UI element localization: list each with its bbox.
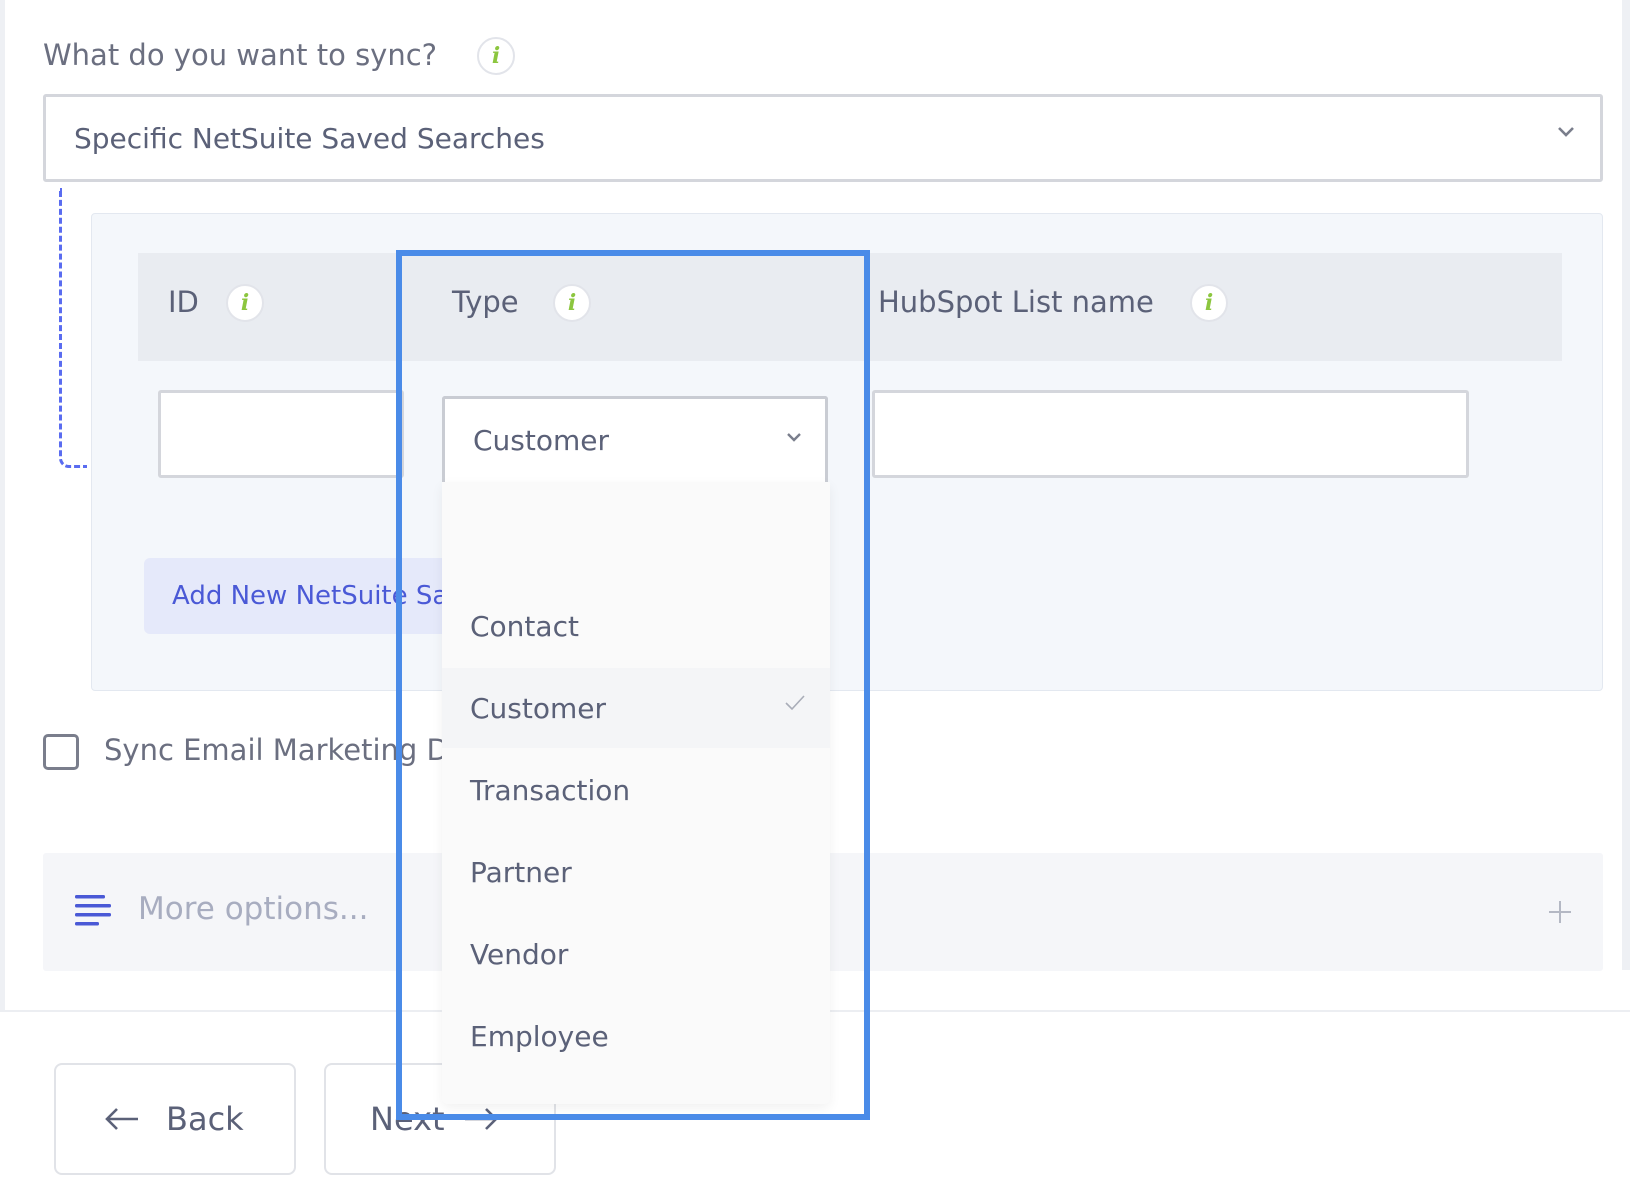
option-label: Customer (470, 691, 607, 725)
check-icon (785, 695, 805, 711)
chevron-down-icon (1558, 127, 1574, 137)
dropdown-option-employee[interactable]: Employee (442, 996, 830, 1076)
table-header (138, 253, 1562, 361)
column-header-id: ID (168, 285, 199, 319)
arrow-right-icon (464, 1108, 498, 1130)
option-label: Vendor (470, 937, 569, 971)
option-label: Partner (470, 855, 572, 889)
list-name-input[interactable] (872, 390, 1469, 478)
right-edge-rule (1622, 0, 1630, 970)
id-input[interactable] (158, 390, 404, 478)
next-button-label: Next (370, 1100, 445, 1138)
column-header-list-name: HubSpot List name (878, 285, 1154, 319)
sync-type-value: Specific NetSuite Saved Searches (74, 121, 545, 155)
info-icon[interactable]: i (553, 284, 591, 322)
dropdown-option-transaction[interactable]: Transaction (442, 750, 830, 830)
option-label: Employee (470, 1019, 609, 1053)
info-icon[interactable]: i (226, 284, 264, 322)
info-icon[interactable]: i (1190, 284, 1228, 322)
more-options-label: More options... (138, 891, 369, 927)
type-dropdown-menu: Contact Customer Transaction Partner Ven… (442, 482, 830, 1104)
column-header-type: Type (452, 285, 519, 319)
sync-email-marketing-label: Sync Email Marketing D (104, 733, 449, 767)
dropdown-option-vendor[interactable]: Vendor (442, 914, 830, 994)
sync-question-label: What do you want to sync? (43, 38, 438, 72)
info-icon[interactable]: i (477, 37, 515, 75)
dropdown-option-customer[interactable]: Customer (442, 668, 830, 748)
back-button[interactable]: Back (54, 1063, 296, 1175)
chevron-down-icon (787, 433, 801, 442)
connector-line (59, 188, 87, 468)
menu-lines-icon (75, 895, 111, 926)
sync-email-marketing-checkbox[interactable] (43, 734, 79, 770)
type-select[interactable]: Customer (442, 396, 828, 482)
sync-type-select[interactable]: Specific NetSuite Saved Searches (43, 94, 1603, 182)
dropdown-option-partner[interactable]: Partner (442, 832, 830, 912)
option-label: Contact (470, 609, 579, 643)
back-button-label: Back (166, 1100, 244, 1138)
type-select-value: Customer (473, 424, 610, 457)
plus-icon[interactable] (1546, 898, 1574, 926)
dropdown-option-contact[interactable]: Contact (442, 586, 830, 666)
arrow-left-icon (105, 1108, 138, 1130)
option-label: Transaction (470, 773, 631, 807)
left-edge-rule (0, 0, 5, 1010)
dropdown-option-empty[interactable] (442, 492, 830, 572)
